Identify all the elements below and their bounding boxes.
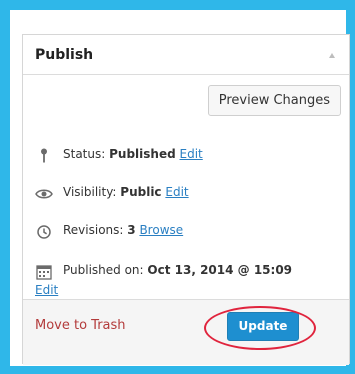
status-edit-link[interactable]: Edit [180,147,203,161]
published-edit-link[interactable]: Edit [35,283,58,297]
published-date: Oct 13, 2014 @ 15:09 [147,263,293,277]
pin-icon [35,147,53,165]
preview-changes-button[interactable]: Preview Changes [207,85,341,116]
move-to-trash-link[interactable]: Move to Trash [35,318,126,333]
status-row: Status: Published Edit [35,147,203,163]
revisions-browse-link[interactable]: Browse [139,223,183,237]
revisions-label: Revisions: [63,223,128,237]
revisions-count: 3 [127,223,136,237]
publish-panel: Publish Preview Changes Status: Publishe… [22,34,350,365]
publish-footer: Move to Trash Update [23,299,349,365]
screenshot-frame: Publish Preview Changes Status: Publishe… [10,10,350,366]
visibility-edit-link[interactable]: Edit [165,185,188,199]
collapse-icon[interactable] [329,53,335,58]
panel-header[interactable]: Publish [23,35,349,75]
published-edit-row: Edit [35,283,58,297]
published-row: Published on: Oct 13, 2014 @ 15:09 [35,263,293,280]
eye-icon [35,185,53,203]
update-button[interactable]: Update [227,312,299,341]
calendar-icon [35,263,53,281]
status-value: Published [109,147,176,161]
visibility-row: Visibility: Public Edit [35,185,189,199]
visibility-label: Visibility: [63,185,121,199]
status-label: Status: [63,147,110,161]
published-label: Published on: [63,263,148,277]
panel-title: Publish [35,47,94,63]
revisions-row: Revisions: 3 Browse [35,223,183,239]
history-icon [35,223,53,241]
visibility-value: Public [120,185,162,199]
